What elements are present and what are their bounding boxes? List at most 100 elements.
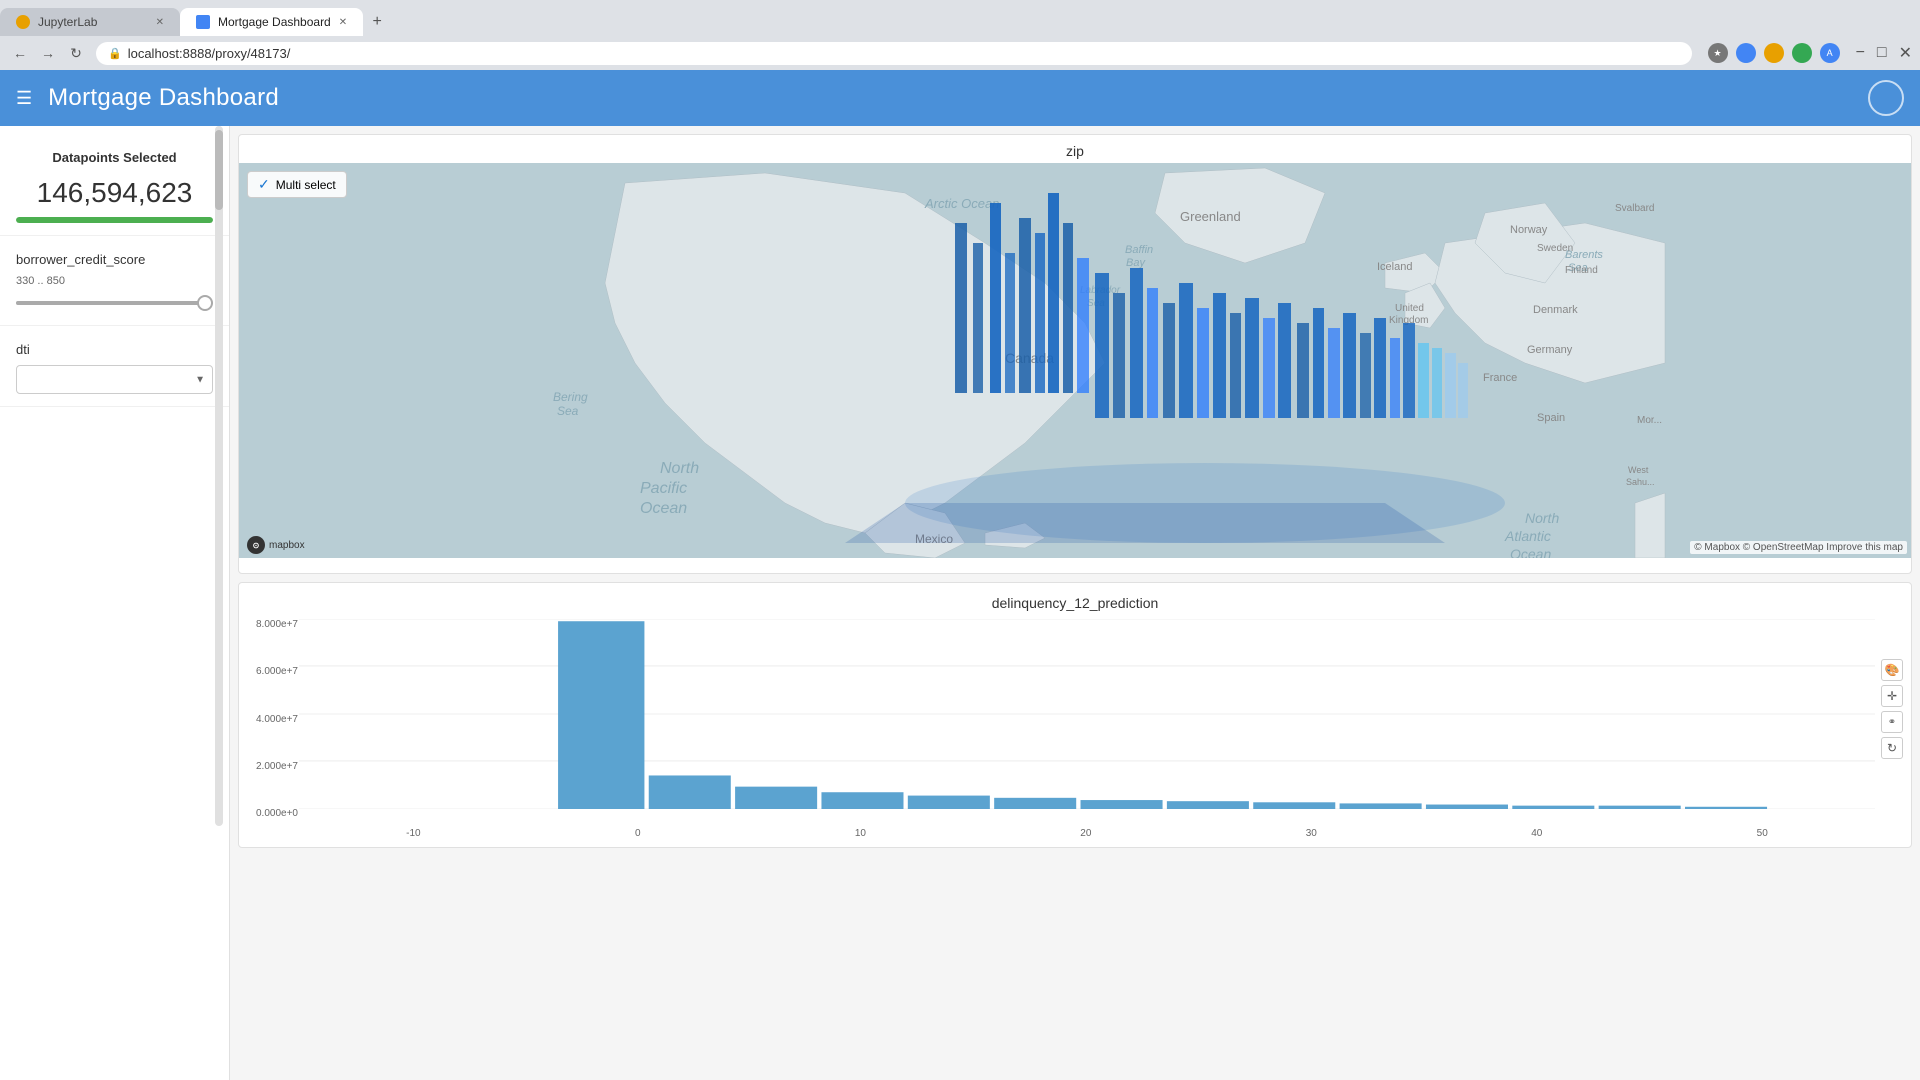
- jupyter-tab-label: JupyterLab: [38, 15, 97, 29]
- color-wheel-icon: 🎨: [1885, 663, 1900, 677]
- pan-icon: ✛: [1887, 689, 1897, 703]
- svg-text:United: United: [1395, 303, 1424, 314]
- svg-text:Atlantic: Atlantic: [1504, 528, 1551, 544]
- content-area: zip: [230, 126, 1920, 1080]
- svg-text:North: North: [1525, 510, 1559, 526]
- x-label-2: 10: [855, 828, 866, 839]
- svg-text:Ocean: Ocean: [1510, 546, 1551, 558]
- y-label-4: 0.000e+0: [256, 808, 298, 819]
- svg-text:Iceland: Iceland: [1377, 261, 1412, 273]
- map-panel-title: zip: [239, 135, 1911, 163]
- y-label-0: 8.000e+7: [256, 619, 298, 630]
- profile-icon[interactable]: A: [1820, 43, 1840, 63]
- svg-text:Finland: Finland: [1565, 265, 1598, 276]
- datapoints-progress-fill: [16, 217, 213, 223]
- close-button[interactable]: ✕: [1899, 43, 1912, 63]
- chart-panel: delinquency_12_prediction 8.000e+7 6.000…: [238, 582, 1912, 848]
- dti-dropdown[interactable]: [16, 365, 213, 394]
- browser-chrome: JupyterLab ✕ Mortgage Dashboard ✕ + ← → …: [0, 0, 1920, 70]
- chart-toolbar: 🎨 ✛ ⚭ ↻: [1881, 659, 1903, 759]
- chart-pan-tool[interactable]: ✛: [1881, 685, 1903, 707]
- svg-text:Greenland: Greenland: [1180, 209, 1241, 224]
- svg-text:Bering: Bering: [553, 390, 588, 404]
- map-attribution[interactable]: © Mapbox © OpenStreetMap Improve this ma…: [1690, 541, 1907, 554]
- attribution-text: © Mapbox © OpenStreetMap Improve this ma…: [1694, 542, 1903, 553]
- jupyter-tab-close[interactable]: ✕: [156, 17, 164, 28]
- extension-icon-1[interactable]: [1736, 43, 1756, 63]
- jupyter-tab-icon: [16, 15, 30, 29]
- mapbox-logo: ⊙ mapbox: [247, 536, 305, 554]
- svg-text:North: North: [660, 460, 699, 477]
- back-button[interactable]: ←: [8, 41, 32, 65]
- app-title: Mortgage Dashboard: [48, 84, 279, 112]
- refresh-button[interactable]: ↻: [64, 41, 88, 65]
- tab-bar: JupyterLab ✕ Mortgage Dashboard ✕ +: [0, 0, 1920, 36]
- datapoints-section: Datapoints Selected 146,594,623: [0, 134, 229, 236]
- nav-buttons: ← → ↻: [8, 41, 88, 65]
- dashboard-tab-label: Mortgage Dashboard: [218, 15, 331, 29]
- main-layout: Datapoints Selected 146,594,623 borrower…: [0, 126, 1920, 1080]
- svg-text:Arctic Ocean: Arctic Ocean: [924, 196, 999, 211]
- extension-icon-3[interactable]: [1792, 43, 1812, 63]
- chart-link-tool[interactable]: ⚭: [1881, 711, 1903, 733]
- datapoints-progress-bar: [16, 217, 213, 223]
- minimize-button[interactable]: −: [1856, 44, 1865, 62]
- y-label-3: 2.000e+7: [256, 761, 298, 772]
- sidebar: Datapoints Selected 146,594,623 borrower…: [0, 126, 230, 1080]
- svg-text:Mor...: Mor...: [1637, 415, 1662, 426]
- url-text: localhost:8888/proxy/48173/: [128, 46, 291, 61]
- credit-score-range-label: 330 .. 850: [16, 275, 213, 287]
- header-circle-icon: [1868, 80, 1904, 116]
- forward-button[interactable]: →: [36, 41, 60, 65]
- chart-refresh-tool[interactable]: ↻: [1881, 737, 1903, 759]
- svg-text:Svalbard: Svalbard: [1615, 203, 1654, 214]
- svg-text:Spain: Spain: [1537, 412, 1565, 424]
- dashboard-tab-icon: [196, 15, 210, 29]
- new-tab-button[interactable]: +: [363, 8, 391, 36]
- multi-select-check-icon: ✓: [258, 176, 270, 193]
- x-label-4: 30: [1306, 828, 1317, 839]
- svg-text:Baffin: Baffin: [1125, 244, 1153, 256]
- browser-actions: ★ A − □ ✕: [1708, 43, 1912, 63]
- credit-score-filter: borrower_credit_score 330 .. 850: [0, 236, 229, 326]
- multi-select-label: Multi select: [276, 178, 336, 192]
- credit-score-fill: [16, 301, 213, 305]
- credit-score-slider[interactable]: [16, 293, 213, 313]
- mapbox-logo-icon: ⊙: [247, 536, 265, 554]
- datapoints-title: Datapoints Selected: [16, 150, 213, 165]
- mapbox-logo-text: mapbox: [269, 540, 305, 551]
- link-icon: ⚭: [1888, 717, 1896, 728]
- credit-score-thumb[interactable]: [197, 295, 213, 311]
- svg-text:France: France: [1483, 372, 1517, 384]
- refresh-icon: ↻: [1887, 741, 1897, 755]
- svg-text:Germany: Germany: [1527, 344, 1573, 356]
- dashboard-tab-close[interactable]: ✕: [339, 17, 347, 28]
- menu-icon[interactable]: ☰: [16, 88, 32, 109]
- svg-text:West: West: [1628, 465, 1649, 475]
- map-svg: Canada North Pacific Ocean North Atlanti…: [239, 163, 1911, 558]
- address-bar: ← → ↻ 🔒 localhost:8888/proxy/48173/ ★ A …: [0, 36, 1920, 70]
- multi-select-button[interactable]: ✓ Multi select: [247, 171, 347, 198]
- svg-text:Denmark: Denmark: [1533, 304, 1578, 316]
- svg-text:Norway: Norway: [1510, 224, 1548, 236]
- svg-text:Ocean: Ocean: [640, 500, 687, 517]
- credit-score-label: borrower_credit_score: [16, 252, 213, 267]
- maximize-button[interactable]: □: [1877, 44, 1887, 62]
- svg-text:Pacific: Pacific: [640, 480, 687, 497]
- chart-svg: [299, 619, 1875, 809]
- chart-color-tool[interactable]: 🎨: [1881, 659, 1903, 681]
- datapoints-count: 146,594,623: [16, 177, 213, 209]
- svg-text:Sweden: Sweden: [1537, 243, 1573, 254]
- y-axis-labels: 8.000e+7 6.000e+7 4.000e+7 2.000e+7 0.00…: [243, 619, 298, 819]
- url-bar[interactable]: 🔒 localhost:8888/proxy/48173/: [96, 42, 1692, 65]
- x-label-5: 40: [1531, 828, 1542, 839]
- mapbox-icon-text: ⊙: [253, 541, 260, 550]
- dti-filter: dti ▼: [0, 326, 229, 407]
- map-container[interactable]: Canada North Pacific Ocean North Atlanti…: [239, 163, 1911, 558]
- app-header: ☰ Mortgage Dashboard: [0, 70, 1920, 126]
- tab-jupyter[interactable]: JupyterLab ✕: [0, 8, 180, 36]
- chart-title: delinquency_12_prediction: [239, 583, 1911, 619]
- bookmark-icon[interactable]: ★: [1708, 43, 1728, 63]
- extension-icon-2[interactable]: [1764, 43, 1784, 63]
- tab-dashboard[interactable]: Mortgage Dashboard ✕: [180, 8, 363, 36]
